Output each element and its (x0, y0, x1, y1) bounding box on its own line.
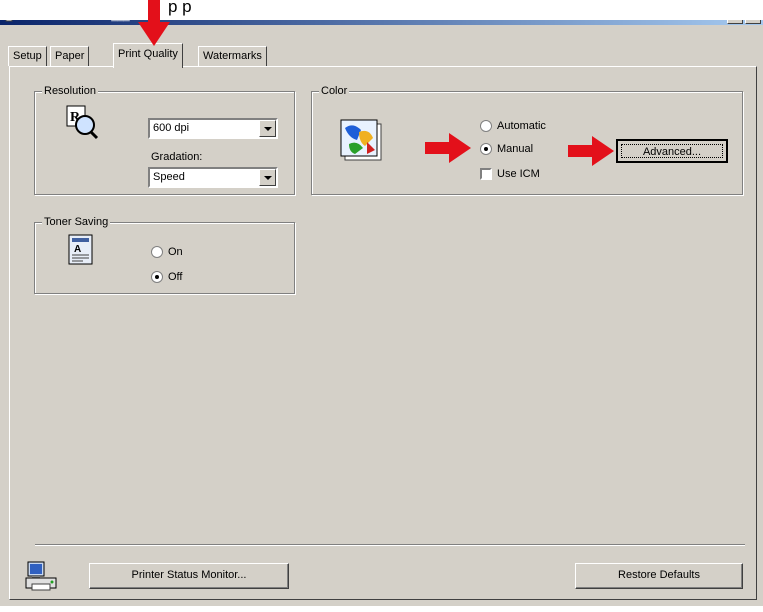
gradation-combobox[interactable]: Speed (148, 167, 278, 188)
manual-label: Manual (497, 143, 534, 155)
manual-arrow-annotation (425, 133, 471, 163)
manual-radio[interactable] (480, 143, 492, 155)
tab-setup[interactable]: Setup (8, 46, 47, 66)
toner-saving-group-label: Toner Saving (42, 215, 111, 229)
advanced-button[interactable]: Advanced... (616, 139, 728, 163)
printer-status-monitor-button[interactable]: Printer Status Monitor... (89, 563, 289, 589)
toner-on-label: On (168, 246, 183, 258)
resolution-combobox[interactable]: 600 dpi (148, 118, 278, 139)
resolution-group: Resolution R 600 dpi Gradation: Speed (34, 84, 295, 195)
color-group-label: Color (319, 84, 350, 98)
color-image-icon (340, 119, 382, 161)
use-icm-label: Use ICM (497, 168, 540, 180)
footer-separator (35, 544, 745, 546)
resolution-value: 600 dpi (153, 122, 190, 134)
automatic-radio[interactable] (480, 120, 492, 132)
toner-saving-group: Toner Saving A On Off (34, 215, 295, 294)
color-group: Color Automatic Manual Use ICM Advanced.… (311, 84, 743, 195)
resolution-group-label: Resolution (42, 84, 98, 98)
automatic-label: Automatic (497, 120, 546, 132)
bottom-strip (0, 606, 763, 612)
svg-text:A: A (74, 244, 81, 255)
advanced-arrow-annotation (568, 136, 614, 166)
toner-off-label: Off (168, 271, 183, 283)
advanced-button-label: Advanced... (621, 144, 723, 158)
toner-on-radio[interactable] (151, 246, 163, 258)
toner-document-icon: A (68, 234, 93, 265)
gradation-value: Speed (153, 171, 185, 183)
printer-properties-window: RICOH Aficio SP C___N ? × Setup Paper Pr… (0, 0, 763, 606)
chevron-down-icon[interactable] (259, 120, 276, 137)
printer-monitor-icon (25, 561, 57, 591)
annotation-top-band (0, 0, 763, 20)
toner-off-radio[interactable] (151, 271, 163, 283)
tab-watermarks[interactable]: Watermarks (198, 46, 267, 66)
print-quality-panel: Resolution R 600 dpi Gradation: Speed Co… (9, 66, 757, 600)
resolution-magnifier-icon: R (66, 105, 99, 140)
chevron-down-icon[interactable] (259, 169, 276, 186)
restore-defaults-button[interactable]: Restore Defaults (575, 563, 743, 589)
tab-paper[interactable]: Paper (50, 46, 90, 66)
gradation-label: Gradation: (151, 151, 203, 163)
down-arrow-annotation (138, 0, 170, 46)
use-icm-checkbox[interactable] (480, 168, 492, 180)
